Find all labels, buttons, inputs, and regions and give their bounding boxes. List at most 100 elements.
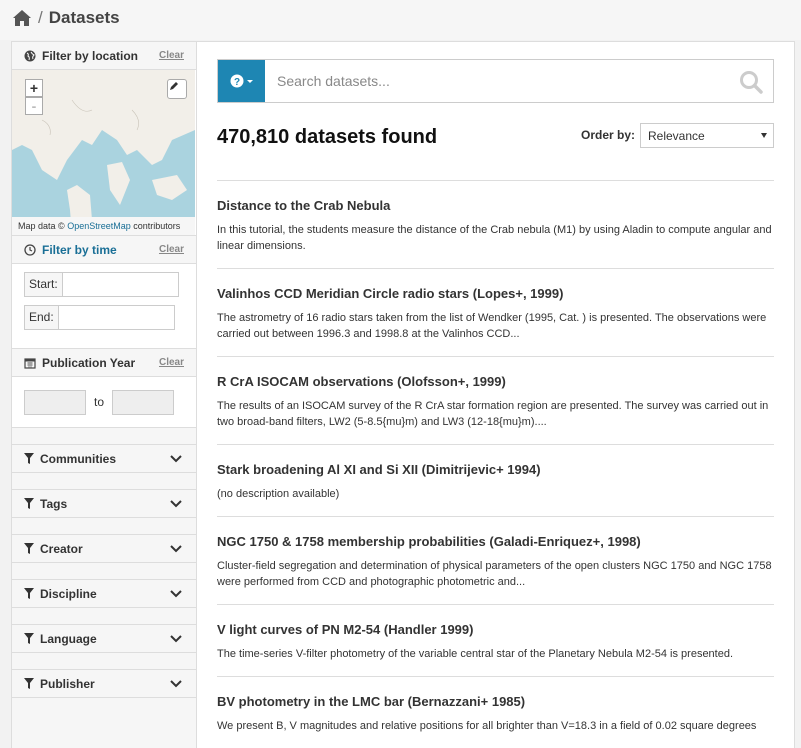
result-title-link[interactable]: BV photometry in the LMC bar (Bernazzani… — [217, 694, 774, 709]
chevron-down-icon — [170, 635, 182, 643]
year-from-input[interactable] — [24, 389, 86, 415]
location-filter-title: Filter by location — [42, 48, 139, 63]
year-to-input[interactable] — [112, 389, 175, 415]
time-filter: Filter by time Clear Start: End: — [12, 236, 196, 349]
start-date-input[interactable] — [61, 272, 179, 297]
zoom-out-button[interactable]: - — [25, 97, 43, 115]
location-filter: Filter by location Clear + - Map data © … — [12, 42, 196, 236]
search-help-dropdown[interactable]: ? — [218, 60, 265, 102]
filter-icon — [24, 498, 34, 509]
result-title-link[interactable]: R CrA ISOCAM observations (Olofsson+, 19… — [217, 374, 774, 389]
result-item: BV photometry in the LMC bar (Bernazzani… — [217, 677, 774, 748]
home-icon[interactable] — [12, 9, 32, 27]
result-description: Cluster-field segregation and determinat… — [217, 560, 772, 588]
breadcrumb-separator: / — [38, 8, 43, 27]
chevron-down-icon — [170, 455, 182, 463]
result-title-link[interactable]: Valinhos CCD Meridian Circle radio stars… — [217, 286, 774, 301]
breadcrumb: / Datasets — [12, 8, 120, 28]
facet-label: Creator — [40, 541, 83, 556]
results-count: 470,810 datasets found — [217, 126, 438, 148]
filter-icon — [24, 633, 34, 644]
end-date-input[interactable] — [57, 305, 175, 330]
result-title-link[interactable]: Stark broadening Al XI and Si XII (Dimit… — [217, 462, 774, 477]
facet-publisher[interactable]: Publisher — [12, 669, 196, 698]
result-item: NGC 1750 & 1758 membership probabilities… — [217, 517, 774, 605]
start-label: Start: — [24, 272, 62, 297]
breadcrumb-current: Datasets — [48, 8, 120, 27]
filter-icon — [24, 543, 34, 554]
sidebar-spacer — [12, 473, 196, 489]
order-by-select[interactable]: Relevance — [640, 123, 774, 148]
time-filter-title[interactable]: Filter by time — [42, 243, 117, 257]
top-bar: / Datasets — [0, 0, 801, 40]
chevron-down-icon — [170, 590, 182, 598]
result-item: Distance to the Crab Nebula In this tuto… — [217, 181, 774, 269]
clock-icon — [24, 243, 36, 256]
result-title-link[interactable]: Distance to the Crab Nebula — [217, 198, 774, 213]
result-description: The results of an ISOCAM survey of the R… — [217, 400, 769, 428]
globe-icon — [24, 50, 36, 61]
results-list: Distance to the Crab Nebula In this tuto… — [217, 180, 774, 748]
pencil-icon — [170, 82, 178, 90]
facet-label: Language — [40, 631, 97, 646]
filter-icon — [24, 678, 34, 689]
draw-area-button[interactable] — [167, 79, 187, 99]
facet-label: Communities — [40, 451, 117, 466]
facet-communities[interactable]: Communities — [12, 444, 196, 473]
sidebar-spacer — [12, 653, 196, 669]
result-item: V light curves of PN M2-54 (Handler 1999… — [217, 605, 774, 677]
start-date-group: Start: — [24, 272, 184, 297]
result-item: Stark broadening Al XI and Si XII (Dimit… — [217, 445, 774, 517]
filter-icon — [24, 588, 34, 599]
result-description: The time-series V-filter photometry of t… — [217, 648, 734, 660]
location-clear-link[interactable]: Clear — [159, 50, 184, 61]
results-content: ? 470,810 datasets found Order by: Relev… — [217, 59, 774, 748]
search-icon[interactable] — [739, 70, 763, 94]
result-description: The astrometry of 16 radio stars taken f… — [217, 312, 767, 340]
order-by-value: Relevance — [648, 129, 705, 143]
attribution-suffix: contributors — [133, 221, 181, 231]
facet-discipline[interactable]: Discipline — [12, 579, 196, 608]
year-filter-header: Publication Year Clear — [12, 349, 196, 377]
location-filter-header: Filter by location Clear — [12, 42, 196, 70]
attribution-prefix: Map data © — [18, 221, 65, 231]
zoom-in-button[interactable]: + — [25, 79, 43, 97]
sidebar-spacer — [12, 428, 196, 444]
result-title-link[interactable]: NGC 1750 & 1758 membership probabilities… — [217, 534, 774, 549]
sidebar-spacer — [12, 608, 196, 624]
svg-text:?: ? — [233, 77, 239, 88]
facet-label: Tags — [40, 496, 68, 511]
year-to-label: to — [94, 395, 105, 409]
facet-language[interactable]: Language — [12, 624, 196, 653]
facet-label: Publisher — [40, 676, 95, 691]
question-icon: ? — [230, 74, 253, 88]
facet-creator[interactable]: Creator — [12, 534, 196, 563]
location-map[interactable]: + - Map data © OpenStreetMap contributor… — [12, 70, 195, 235]
sidebar: Filter by location Clear + - Map data © … — [12, 42, 197, 748]
result-item: Valinhos CCD Meridian Circle radio stars… — [217, 269, 774, 357]
chevron-down-icon — [170, 500, 182, 508]
result-title-link[interactable]: V light curves of PN M2-54 (Handler 1999… — [217, 622, 774, 637]
result-description: (no description available) — [217, 488, 340, 500]
year-clear-link[interactable]: Clear — [159, 357, 184, 368]
end-date-group: End: — [24, 305, 184, 330]
chevron-down-icon — [170, 680, 182, 688]
filter-icon — [24, 453, 34, 464]
result-item: R CrA ISOCAM observations (Olofsson+, 19… — [217, 357, 774, 445]
year-filter: Publication Year Clear to — [12, 349, 196, 428]
search-bar: ? — [217, 59, 774, 103]
time-filter-body: Start: End: — [12, 264, 196, 348]
calendar-icon — [24, 357, 36, 369]
map-attribution: Map data © OpenStreetMap contributors — [12, 217, 195, 235]
openstreetmap-link[interactable]: OpenStreetMap — [67, 221, 131, 231]
result-description: We present B, V magnitudes and relative … — [217, 720, 757, 732]
result-description: In this tutorial, the students measure t… — [217, 224, 772, 252]
time-clear-link[interactable]: Clear — [159, 244, 184, 255]
time-filter-header: Filter by time Clear — [12, 236, 196, 264]
year-filter-title: Publication Year — [42, 355, 136, 370]
facet-tags[interactable]: Tags — [12, 489, 196, 518]
caret-down-icon — [761, 133, 767, 138]
end-label: End: — [24, 305, 58, 330]
search-input[interactable] — [265, 60, 773, 102]
year-filter-body: to — [12, 377, 196, 427]
